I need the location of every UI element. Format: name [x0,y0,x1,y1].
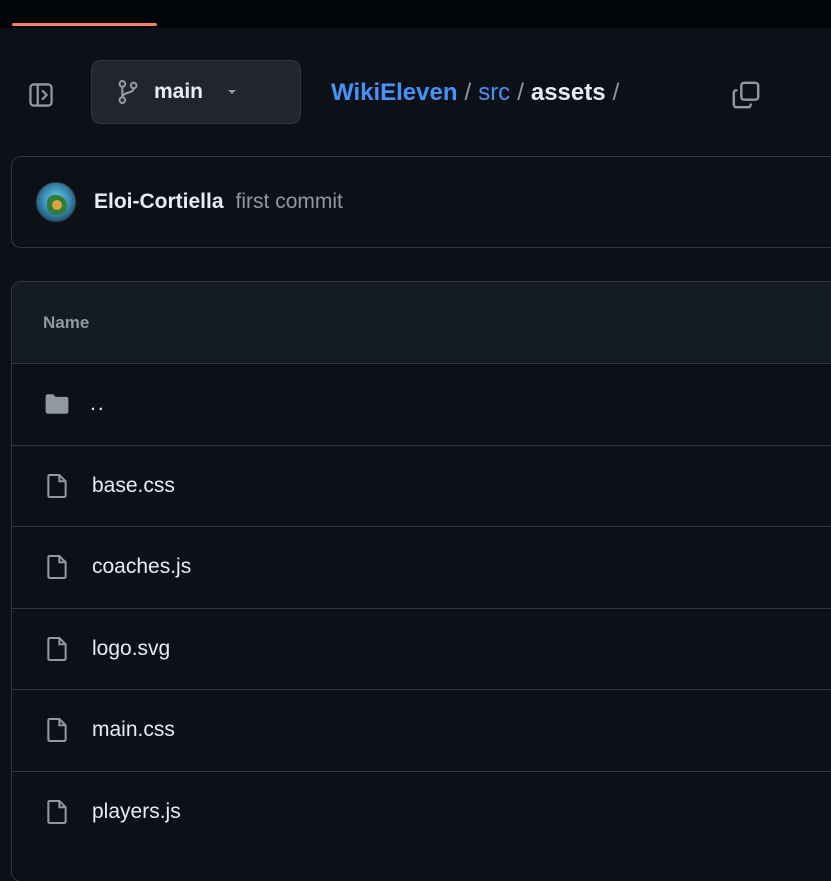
file-name-link[interactable]: logo.svg [92,637,170,661]
file-name-link[interactable]: players.js [92,800,181,824]
file-table: Name .. base.css coaches.js logo.svg mai… [11,281,831,881]
table-row[interactable]: main.css [12,690,831,772]
file-name-link[interactable]: base.css [92,474,175,498]
breadcrumb-folder-link[interactable]: src [478,79,510,107]
sidebar-expand-button[interactable] [28,82,54,108]
top-bar [0,0,831,28]
breadcrumb-trailing-separator: / [612,79,620,106]
branch-name: main [154,80,204,103]
triangle-down-icon [225,85,239,99]
folder-icon [44,390,70,418]
parent-directory-link[interactable]: .. [90,392,106,416]
commit-author-link[interactable]: Eloi-Cortiella [94,190,224,214]
file-name-link[interactable]: coaches.js [92,555,191,579]
file-name-link[interactable]: main.css [92,718,175,742]
git-branch-icon [114,78,142,106]
file-icon [44,798,70,826]
file-icon [44,716,70,744]
latest-commit-box: Eloi-Cortiella first commit [11,156,831,248]
table-row[interactable]: logo.svg [12,609,831,690]
file-icon [44,553,70,581]
breadcrumb: WikiEleven / src / assets / [331,76,626,110]
table-row[interactable]: players.js [12,772,831,854]
loading-progress-bar [12,23,157,26]
file-icon [44,472,70,500]
table-header-name: Name [12,282,831,364]
table-row[interactable]: base.css [12,446,831,527]
breadcrumb-current-folder: assets [530,79,606,106]
breadcrumb-separator: / [517,79,524,106]
commit-message-link[interactable]: first commit [236,190,343,214]
page: main WikiEleven / src / assets / Eloi-Co… [0,0,831,881]
copy-path-button[interactable] [728,78,764,112]
parent-directory-row[interactable]: .. [12,364,831,446]
copy-icon [732,81,760,109]
table-row[interactable]: coaches.js [12,527,831,609]
breadcrumb-repo-link[interactable]: WikiEleven [331,79,458,107]
breadcrumb-separator: / [464,79,472,106]
branch-selector-button[interactable]: main [91,60,301,124]
file-icon [44,635,70,663]
sidebar-expand-icon [29,83,53,107]
avatar[interactable] [36,182,76,222]
